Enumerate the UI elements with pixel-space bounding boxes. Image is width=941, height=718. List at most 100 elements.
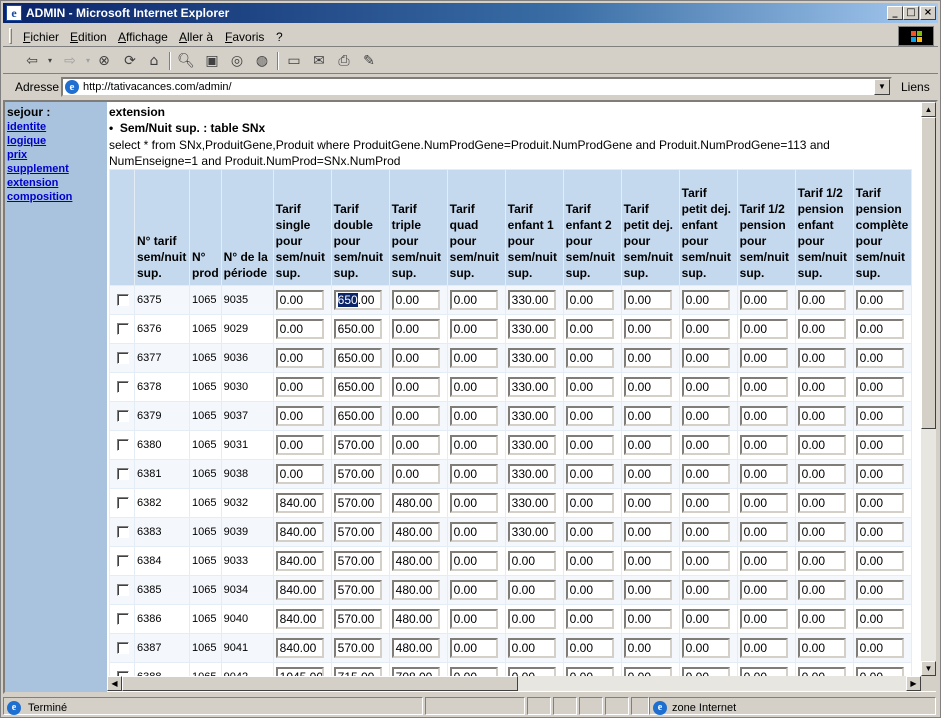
horizontal-scrollbar[interactable]: ◀ ▶ xyxy=(107,676,921,691)
tarif-input[interactable]: 0.00 xyxy=(855,290,904,310)
tarif-input[interactable]: 0.00 xyxy=(449,638,498,658)
tarif-input[interactable]: 840.00 xyxy=(275,551,324,571)
tarif-input[interactable]: 0.00 xyxy=(855,493,904,513)
tarif-input[interactable]: 0.00 xyxy=(565,551,614,571)
tarif-input[interactable]: 0.00 xyxy=(623,638,672,658)
home-icon[interactable]: ⌂ xyxy=(145,52,163,70)
tarif-input[interactable]: 0.00 xyxy=(565,667,614,676)
tarif-input[interactable]: 480.00 xyxy=(391,551,440,571)
tarif-input[interactable]: 0.00 xyxy=(565,580,614,600)
row-checkbox[interactable] xyxy=(117,526,129,539)
tarif-input[interactable]: 650.00 xyxy=(333,319,382,339)
tarif-input[interactable]: 1045.00 xyxy=(275,667,324,676)
tarif-input[interactable]: 0.00 xyxy=(681,493,730,513)
tarif-input[interactable]: 650.00 xyxy=(333,290,382,310)
tarif-input[interactable]: 0.00 xyxy=(623,580,672,600)
tarif-input[interactable]: 0.00 xyxy=(623,290,672,310)
edit-icon[interactable]: ✎ xyxy=(360,52,378,70)
tarif-input[interactable]: 0.00 xyxy=(565,319,614,339)
tarif-input[interactable]: 0.00 xyxy=(623,377,672,397)
scroll-right-icon[interactable]: ▶ xyxy=(906,676,921,691)
tarif-input[interactable]: 0.00 xyxy=(797,667,846,676)
tarif-input[interactable]: 0.00 xyxy=(391,435,440,455)
tarif-input[interactable]: 480.00 xyxy=(391,522,440,542)
sidebar-link-prix[interactable]: prix xyxy=(7,149,27,161)
tarif-input[interactable]: 0.00 xyxy=(275,290,324,310)
tarif-input[interactable]: 0.00 xyxy=(275,348,324,368)
tarif-input[interactable]: 570.00 xyxy=(333,638,382,658)
tarif-input[interactable]: 0.00 xyxy=(449,348,498,368)
tarif-input[interactable]: 0.00 xyxy=(565,464,614,484)
tarif-input[interactable]: 0.00 xyxy=(391,377,440,397)
tarif-input[interactable]: 0.00 xyxy=(507,580,556,600)
tarif-input[interactable]: 570.00 xyxy=(333,493,382,513)
tarif-input[interactable]: 708.00 xyxy=(391,667,440,676)
tarif-input[interactable]: 0.00 xyxy=(623,493,672,513)
tarif-input[interactable]: 715.00 xyxy=(333,667,382,676)
tarif-input[interactable]: 0.00 xyxy=(449,377,498,397)
tarif-input[interactable]: 570.00 xyxy=(333,435,382,455)
tarif-input[interactable]: 0.00 xyxy=(507,667,556,676)
tarif-input[interactable]: 0.00 xyxy=(507,609,556,629)
tarif-input[interactable]: 330.00 xyxy=(507,522,556,542)
address-url[interactable]: http://tativacances.com/admin/ xyxy=(83,81,232,93)
tarif-input[interactable]: 0.00 xyxy=(739,667,788,676)
tarif-input[interactable]: 330.00 xyxy=(507,348,556,368)
tarif-input[interactable]: 0.00 xyxy=(565,522,614,542)
row-checkbox[interactable] xyxy=(117,584,129,597)
tarif-input[interactable]: 0.00 xyxy=(739,319,788,339)
tarif-input[interactable]: 0.00 xyxy=(449,290,498,310)
stop-icon[interactable]: ⊗ xyxy=(95,52,113,70)
tarif-input[interactable]: 0.00 xyxy=(391,290,440,310)
row-checkbox[interactable] xyxy=(117,642,129,655)
tarif-input[interactable]: 0.00 xyxy=(797,435,846,455)
scroll-left-icon[interactable]: ◀ xyxy=(107,676,122,691)
tarif-input[interactable]: 0.00 xyxy=(739,551,788,571)
tarif-input[interactable]: 0.00 xyxy=(855,522,904,542)
tarif-input[interactable]: 0.00 xyxy=(797,377,846,397)
sidebar-link-supplement[interactable]: supplement xyxy=(7,163,69,175)
tarif-input[interactable]: 0.00 xyxy=(565,406,614,426)
back-dropdown-icon[interactable]: ▾ xyxy=(41,52,59,70)
tarif-input[interactable]: 0.00 xyxy=(797,580,846,600)
row-checkbox[interactable] xyxy=(117,410,129,423)
tarif-input[interactable]: 840.00 xyxy=(275,493,324,513)
tarif-input[interactable]: 0.00 xyxy=(739,609,788,629)
tarif-input[interactable]: 0.00 xyxy=(739,348,788,368)
row-checkbox[interactable] xyxy=(117,555,129,568)
tarif-input[interactable]: 0.00 xyxy=(855,667,904,676)
address-input[interactable]: e http://tativacances.com/admin/ ▼ xyxy=(61,77,892,97)
tarif-input[interactable]: 0.00 xyxy=(623,319,672,339)
tarif-input[interactable]: 0.00 xyxy=(855,406,904,426)
tarif-input[interactable]: 0.00 xyxy=(507,551,556,571)
tarif-input[interactable]: 0.00 xyxy=(681,377,730,397)
tarif-input[interactable]: 650.00 xyxy=(333,348,382,368)
tarif-input[interactable]: 570.00 xyxy=(333,551,382,571)
tarif-input[interactable]: 840.00 xyxy=(275,638,324,658)
tarif-input[interactable]: 0.00 xyxy=(855,609,904,629)
row-checkbox[interactable] xyxy=(117,323,129,336)
tarif-input[interactable]: 0.00 xyxy=(623,464,672,484)
tarif-input[interactable]: 330.00 xyxy=(507,319,556,339)
tarif-input[interactable]: 480.00 xyxy=(391,580,440,600)
tarif-input[interactable]: 330.00 xyxy=(507,435,556,455)
tarif-input[interactable]: 0.00 xyxy=(449,319,498,339)
links-button[interactable]: Liens xyxy=(901,80,930,94)
tarif-input[interactable]: 0.00 xyxy=(681,406,730,426)
tarif-input[interactable]: 0.00 xyxy=(739,493,788,513)
tarif-input[interactable]: 0.00 xyxy=(855,435,904,455)
sidebar-link-extension[interactable]: extension xyxy=(7,177,58,189)
scroll-up-icon[interactable]: ▲ xyxy=(921,102,936,117)
tarif-input[interactable]: 0.00 xyxy=(855,348,904,368)
tarif-input[interactable]: 0.00 xyxy=(623,667,672,676)
tarif-input[interactable]: 0.00 xyxy=(391,406,440,426)
tarif-input[interactable]: 0.00 xyxy=(449,609,498,629)
tarif-input[interactable]: 0.00 xyxy=(681,348,730,368)
tarif-input[interactable]: 0.00 xyxy=(565,609,614,629)
tarif-input[interactable]: 0.00 xyxy=(565,377,614,397)
tarif-input[interactable]: 0.00 xyxy=(855,377,904,397)
sidebar-link-logique[interactable]: logique xyxy=(7,135,46,147)
tarif-input[interactable]: 0.00 xyxy=(681,290,730,310)
sidebar-link-identite[interactable]: identite xyxy=(7,121,46,133)
tarif-input[interactable]: 330.00 xyxy=(507,406,556,426)
